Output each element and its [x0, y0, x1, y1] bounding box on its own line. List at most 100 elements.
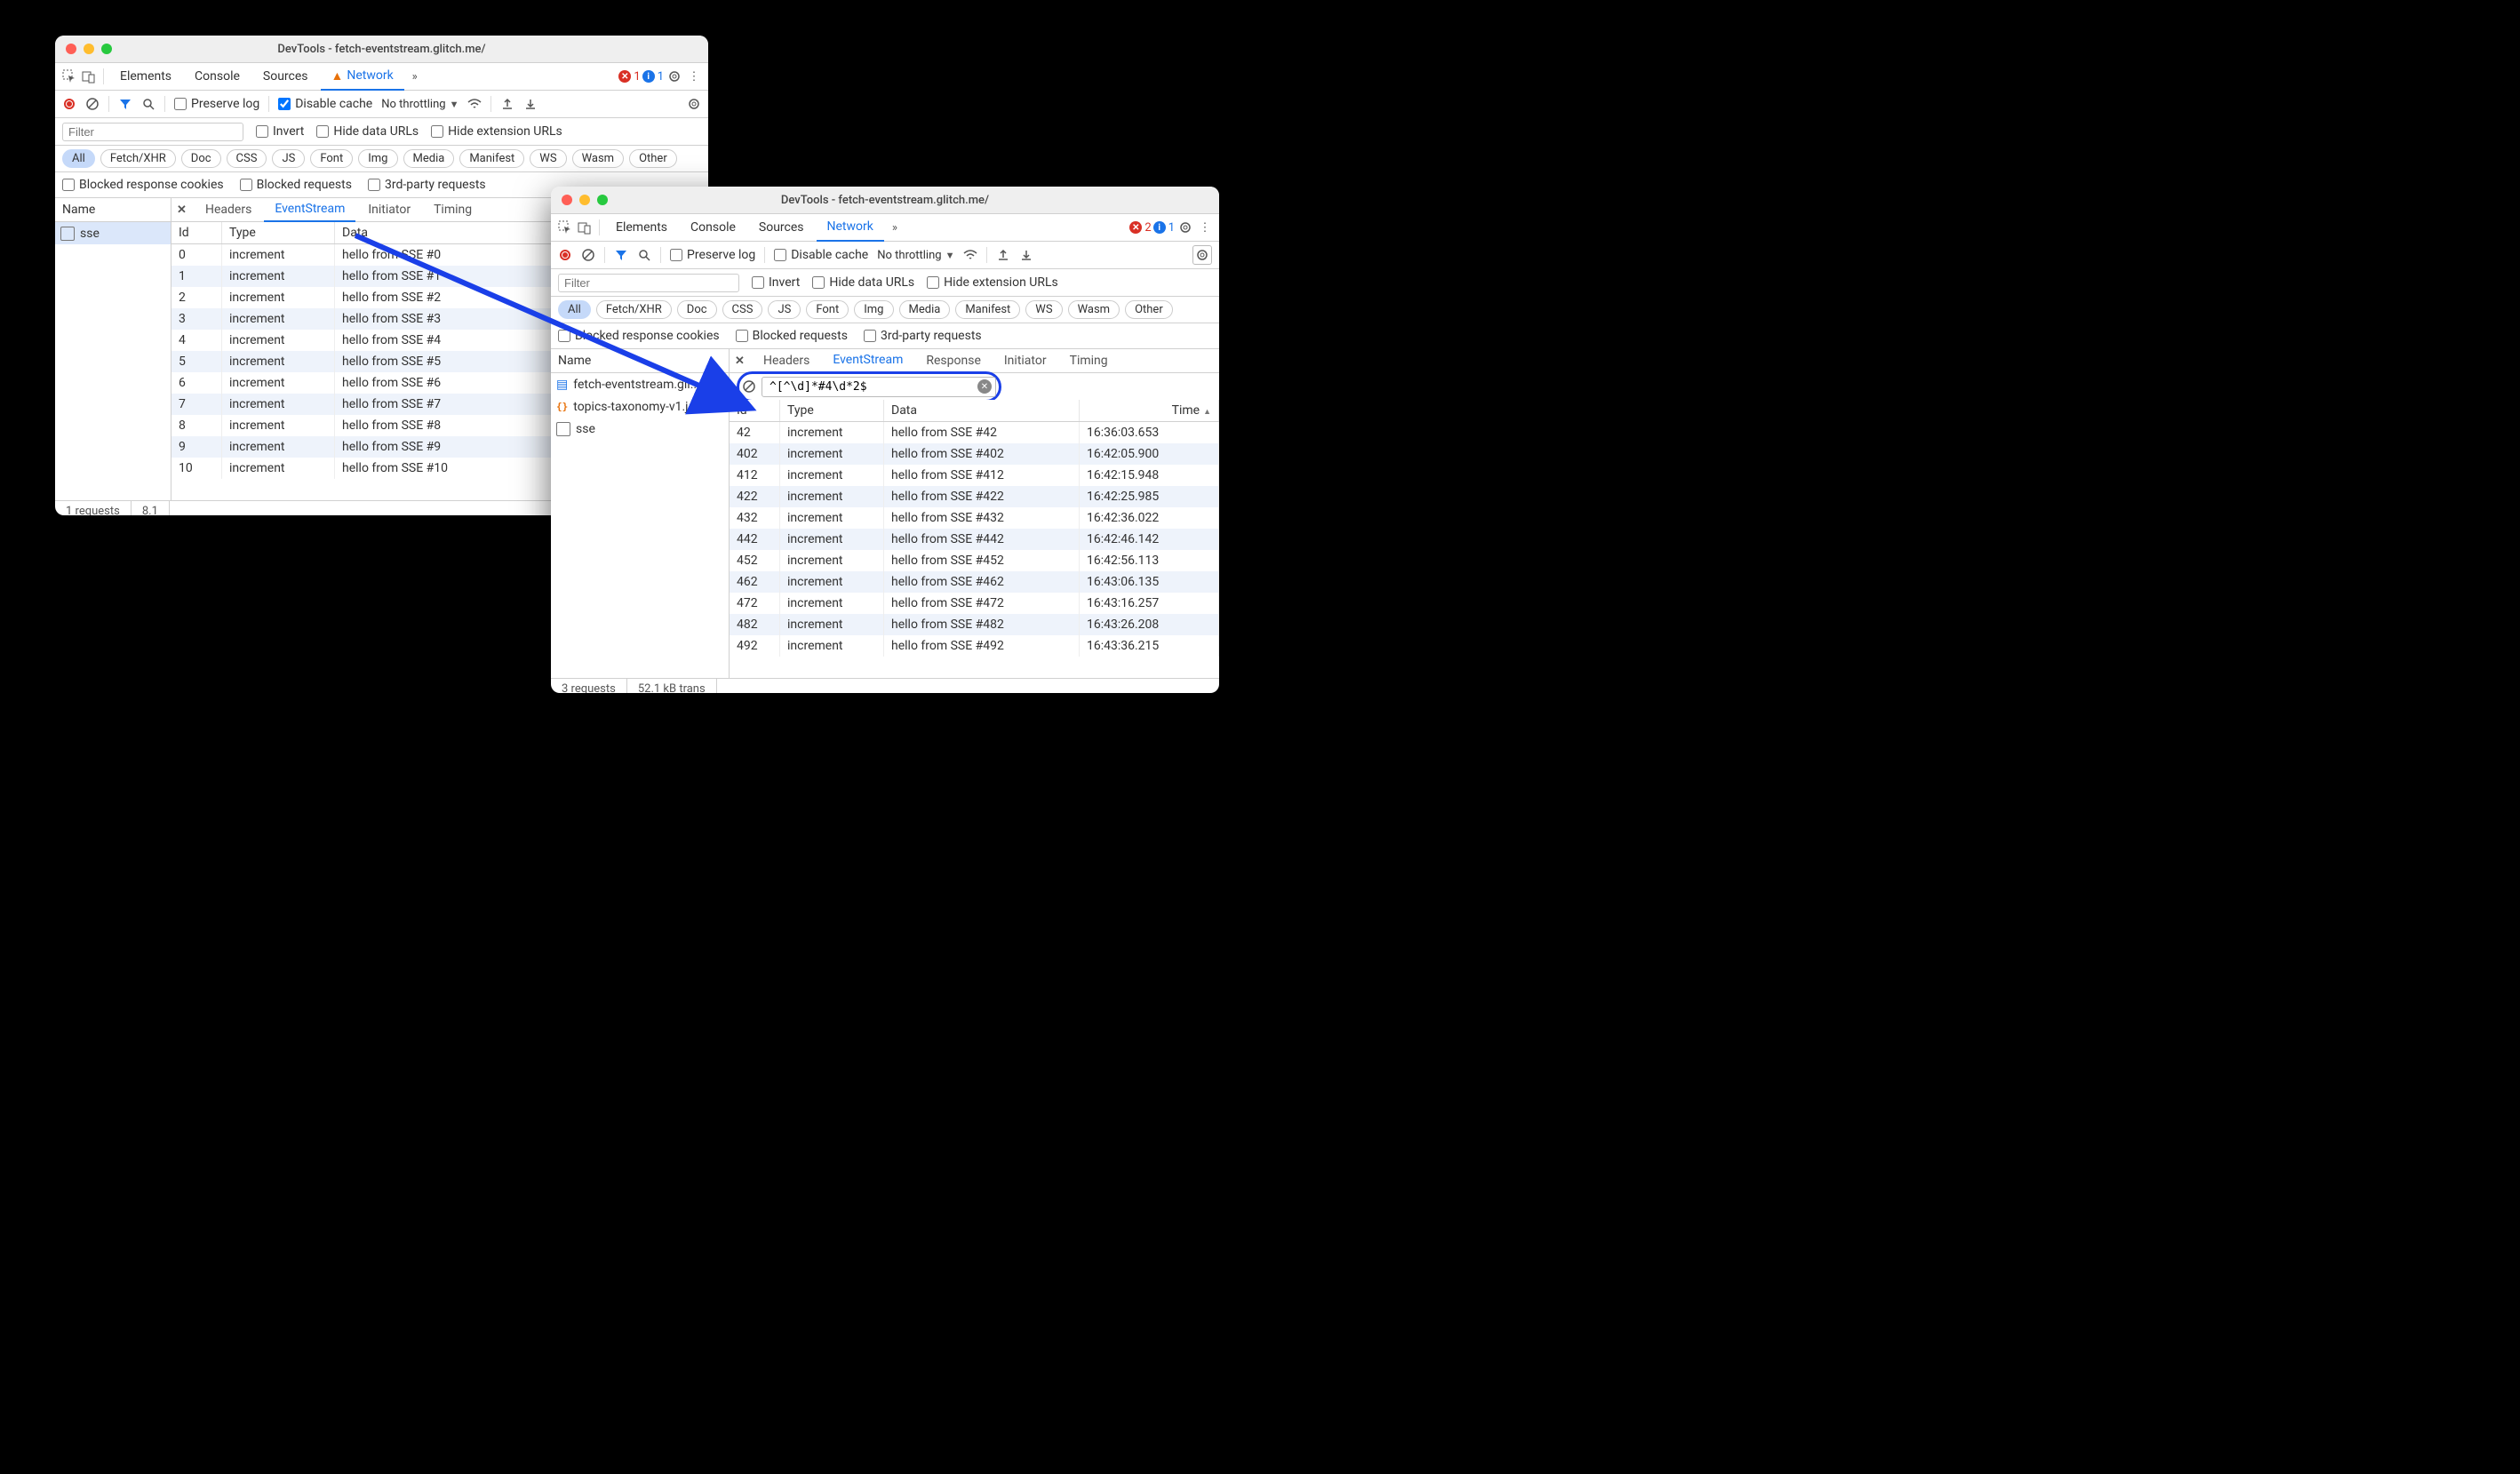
- table-row[interactable]: 402incrementhello from SSE #40216:42:05.…: [730, 443, 1219, 465]
- table-row[interactable]: 452incrementhello from SSE #45216:42:56.…: [730, 550, 1219, 571]
- table-row[interactable]: 472incrementhello from SSE #47216:43:16.…: [730, 593, 1219, 614]
- chip-all[interactable]: All: [558, 300, 591, 319]
- more-tabs-icon[interactable]: »: [406, 68, 424, 85]
- wifi-icon[interactable]: [467, 97, 482, 111]
- minimize-icon[interactable]: [579, 195, 590, 205]
- tab-elements[interactable]: Elements: [109, 63, 182, 90]
- error-badge[interactable]: ✕1: [618, 70, 640, 84]
- tab-timing[interactable]: Timing: [423, 198, 482, 221]
- preserve-log-checkbox[interactable]: Preserve log: [670, 248, 755, 262]
- chip-wasm[interactable]: Wasm: [572, 149, 625, 168]
- tab-timing[interactable]: Timing: [1059, 349, 1119, 372]
- chip-manifest[interactable]: Manifest: [459, 149, 524, 168]
- table-row[interactable]: 412incrementhello from SSE #41216:42:15.…: [730, 465, 1219, 486]
- chip-font[interactable]: Font: [806, 300, 849, 319]
- invert-checkbox[interactable]: Invert: [256, 124, 304, 139]
- filter-input[interactable]: [558, 274, 739, 292]
- table-row[interactable]: 42incrementhello from SSE #4216:36:03.65…: [730, 422, 1219, 444]
- tab-network[interactable]: Network: [817, 213, 884, 242]
- col-data[interactable]: Data: [884, 400, 1080, 422]
- tab-console[interactable]: Console: [184, 63, 251, 90]
- chip-media[interactable]: Media: [899, 300, 951, 319]
- gear-icon[interactable]: [1176, 219, 1194, 236]
- chip-img[interactable]: Img: [358, 149, 397, 168]
- upload-icon[interactable]: [500, 97, 514, 111]
- clear-icon[interactable]: [85, 97, 100, 111]
- info-badge[interactable]: i1: [1153, 221, 1175, 235]
- download-icon[interactable]: [1019, 248, 1033, 262]
- info-badge[interactable]: i1: [642, 70, 664, 84]
- filter-icon[interactable]: [118, 97, 132, 111]
- tab-sources[interactable]: Sources: [748, 214, 815, 241]
- chip-js[interactable]: JS: [768, 300, 801, 319]
- chip-doc[interactable]: Doc: [181, 149, 221, 168]
- close-panel-icon[interactable]: ✕: [735, 355, 751, 368]
- chip-js[interactable]: JS: [272, 149, 305, 168]
- clear-stream-icon[interactable]: [742, 379, 756, 394]
- tab-network[interactable]: ▲Network: [321, 62, 404, 91]
- device-icon[interactable]: [576, 219, 594, 236]
- invert-checkbox[interactable]: Invert: [752, 275, 800, 290]
- blocked-cookies-checkbox[interactable]: Blocked response cookies: [62, 178, 224, 192]
- chip-manifest[interactable]: Manifest: [955, 300, 1020, 319]
- col-id[interactable]: Id: [171, 222, 222, 244]
- table-row[interactable]: 422incrementhello from SSE #42216:42:25.…: [730, 486, 1219, 507]
- maximize-icon[interactable]: [597, 195, 608, 205]
- chip-ws[interactable]: WS: [1025, 300, 1062, 319]
- request-row-sse[interactable]: sse: [55, 222, 171, 244]
- eventstream-grid[interactable]: Id Type Data Time 42incrementhello from …: [730, 400, 1219, 678]
- chip-other[interactable]: Other: [629, 149, 677, 168]
- record-icon[interactable]: [558, 248, 572, 262]
- upload-icon[interactable]: [996, 248, 1010, 262]
- chip-other[interactable]: Other: [1125, 300, 1173, 319]
- hide-extension-urls-checkbox[interactable]: Hide extension URLs: [431, 124, 562, 139]
- tab-headers[interactable]: Headers: [753, 349, 820, 372]
- kebab-icon[interactable]: ⋮: [685, 68, 703, 85]
- settings-icon[interactable]: [687, 97, 701, 111]
- chip-media[interactable]: Media: [403, 149, 455, 168]
- name-header[interactable]: Name: [55, 198, 171, 222]
- maximize-icon[interactable]: [101, 44, 112, 54]
- table-row[interactable]: 462incrementhello from SSE #46216:43:06.…: [730, 571, 1219, 593]
- col-type[interactable]: Type: [780, 400, 884, 422]
- minimize-icon[interactable]: [84, 44, 94, 54]
- third-party-checkbox[interactable]: 3rd-party requests: [864, 329, 982, 343]
- tab-initiator[interactable]: Initiator: [993, 349, 1057, 372]
- request-row-sse[interactable]: sse: [551, 418, 729, 440]
- settings-icon[interactable]: [1192, 245, 1212, 265]
- close-icon[interactable]: [562, 195, 572, 205]
- blocked-cookies-checkbox[interactable]: Blocked response cookies: [558, 329, 720, 343]
- blocked-requests-checkbox[interactable]: Blocked requests: [240, 178, 352, 192]
- request-row[interactable]: {}topics-taxonomy-v1.j...: [551, 395, 729, 418]
- record-icon[interactable]: [62, 97, 76, 111]
- clear-icon[interactable]: [581, 248, 595, 262]
- table-row[interactable]: 432incrementhello from SSE #43216:42:36.…: [730, 507, 1219, 529]
- close-panel-icon[interactable]: ✕: [177, 203, 193, 217]
- wifi-icon[interactable]: [963, 248, 977, 262]
- tab-sources[interactable]: Sources: [252, 63, 319, 90]
- chip-css[interactable]: CSS: [722, 300, 763, 319]
- table-row[interactable]: 442incrementhello from SSE #44216:42:46.…: [730, 529, 1219, 550]
- chip-fetch-xhr[interactable]: Fetch/XHR: [100, 149, 176, 168]
- blocked-requests-checkbox[interactable]: Blocked requests: [736, 329, 848, 343]
- throttling-select[interactable]: No throttling▼: [877, 249, 954, 262]
- filter-input[interactable]: [62, 123, 243, 141]
- tab-headers[interactable]: Headers: [195, 198, 262, 221]
- chip-wasm[interactable]: Wasm: [1068, 300, 1120, 319]
- col-time[interactable]: Time: [1080, 400, 1219, 422]
- chip-css[interactable]: CSS: [227, 149, 267, 168]
- chip-fetch-xhr[interactable]: Fetch/XHR: [596, 300, 672, 319]
- table-row[interactable]: 482incrementhello from SSE #48216:43:26.…: [730, 614, 1219, 635]
- preserve-log-checkbox[interactable]: Preserve log: [174, 97, 259, 111]
- gear-icon[interactable]: [666, 68, 683, 85]
- hide-extension-urls-checkbox[interactable]: Hide extension URLs: [927, 275, 1058, 290]
- name-header[interactable]: Name: [551, 349, 729, 373]
- third-party-checkbox[interactable]: 3rd-party requests: [368, 178, 486, 192]
- chip-font[interactable]: Font: [310, 149, 353, 168]
- kebab-icon[interactable]: ⋮: [1196, 219, 1214, 236]
- request-row[interactable]: ▤fetch-eventstream.gli...: [551, 373, 729, 395]
- col-type[interactable]: Type: [222, 222, 335, 244]
- tab-console[interactable]: Console: [680, 214, 746, 241]
- download-icon[interactable]: [523, 97, 538, 111]
- clear-input-icon[interactable]: ✕: [977, 379, 992, 394]
